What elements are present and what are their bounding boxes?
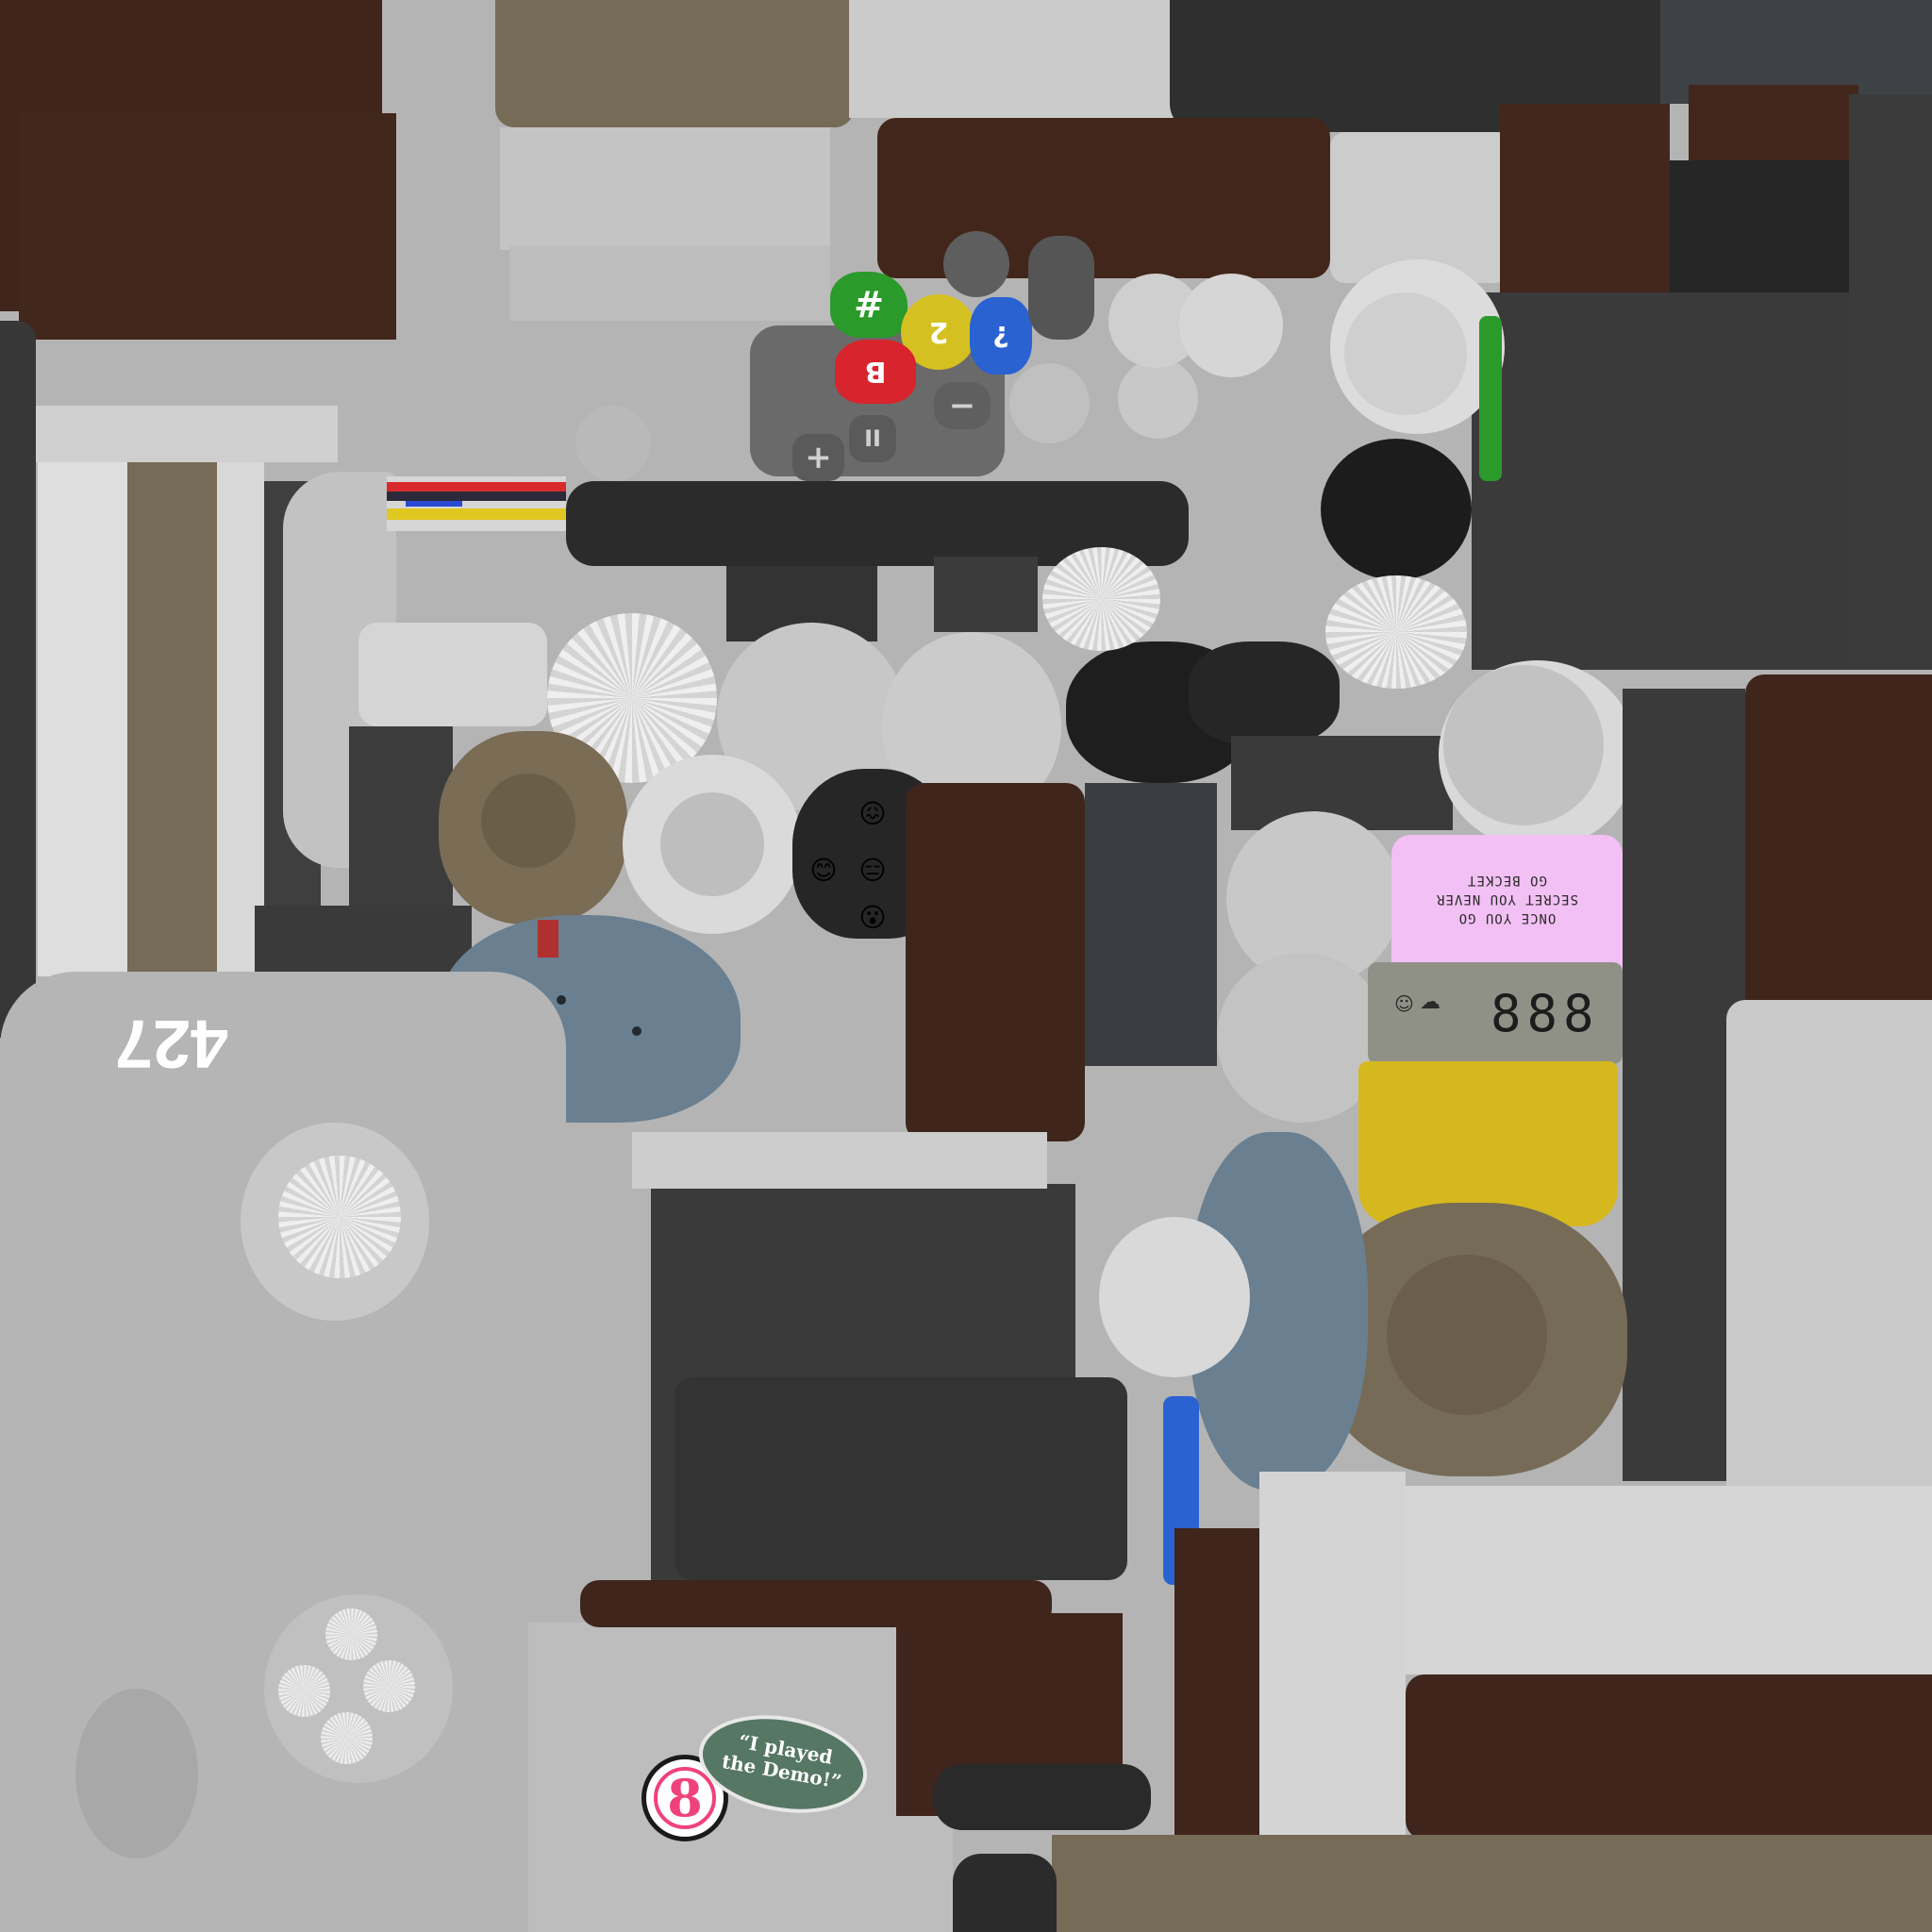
white-disc-right-low: [1099, 1217, 1250, 1377]
ring-right-mid-inner: [1443, 665, 1604, 825]
circle-gray-1: [491, 401, 566, 476]
blob-dot-2: [632, 1026, 641, 1036]
circle-gray-2: [575, 406, 651, 481]
tan-strip-left: [127, 462, 217, 976]
dpad-button-top: [325, 1608, 377, 1660]
red-key: B: [835, 340, 916, 404]
pink-label-line-2: SECRET YOU NEVER: [1436, 891, 1578, 907]
brown-panel-right-top: [1500, 104, 1670, 292]
stripe-red: [387, 482, 566, 491]
gray-block-top: [849, 0, 1184, 118]
blob-dot-1: [557, 995, 566, 1005]
tan-disc-left-inner: [481, 774, 575, 868]
gray-knob-arm: [1028, 236, 1094, 340]
texture-atlas: # 2 ? B − II + 😖 😊 😑 😟 😮: [0, 0, 1932, 1932]
gray-knob: [943, 231, 1009, 297]
color-stripes: [387, 476, 566, 531]
emoji-pad-left: 😊: [809, 855, 838, 886]
tan-strip-top: [495, 0, 854, 127]
light-panel-right-low: [1726, 1000, 1932, 1491]
gray-strip-left-top: [36, 406, 338, 462]
gray-ring-center-inner: [660, 792, 764, 896]
pink-label-line-1: ONCE YOU GO: [1457, 910, 1557, 925]
white-burst-right-2: [1042, 547, 1160, 651]
yellow-panel: [1358, 1061, 1618, 1226]
dark-column-center-right: [1085, 783, 1217, 1066]
dark-edge-left: [0, 321, 36, 1038]
body-number: 427: [115, 1006, 229, 1081]
stripe-dark: [387, 491, 566, 501]
light-strip-vertical-right: [1259, 1472, 1406, 1840]
light-panel-left-mid: [358, 623, 547, 726]
circle-gray-4: [1118, 358, 1198, 439]
dark-disc-right-2: [1189, 641, 1340, 745]
circle-gray-6: [1179, 274, 1283, 377]
light-panel-bottom-right: [1406, 1486, 1932, 1674]
dark-column-far-right: [1849, 94, 1932, 670]
dark-stub-bottom-2: [953, 1854, 1057, 1932]
tan-strip-bottom: [1052, 1835, 1932, 1932]
dark-panel-right-mid: [1472, 292, 1849, 670]
white-burst-right: [1325, 575, 1467, 689]
dark-stub-bottom-1: [934, 1764, 1151, 1830]
stripe-yellow: [387, 508, 566, 520]
brown-panel-bottom-right: [1406, 1674, 1932, 1840]
emoji-pad-bottom: 😮: [858, 902, 887, 933]
lcd-digits: 888: [1491, 984, 1600, 1043]
brown-column-center: [906, 783, 1085, 1141]
dark-inner-block-lower: [675, 1377, 1127, 1580]
brown-panel-top-left-lower: [19, 113, 396, 340]
plus-key: +: [792, 434, 844, 481]
sticker-text: “I played the Demo!”: [700, 1724, 868, 1796]
minus-key: −: [934, 382, 991, 429]
controller-side-bump: [75, 1689, 198, 1858]
controller-stick-burst: [278, 1156, 401, 1278]
dpad-button-bottom: [321, 1712, 373, 1764]
demo-sticker: 8 “I played the Demo!”: [641, 1703, 875, 1849]
green-strip-right: [1479, 316, 1502, 481]
dpad-button-left: [278, 1665, 330, 1717]
pink-label-text: ONCE YOU GO SECRET YOU NEVER GO BECKET: [1391, 871, 1623, 927]
gray-block-upper: [500, 127, 830, 250]
light-strip-lower: [632, 1132, 1047, 1189]
lcd-weather-icon: ☁: [1420, 991, 1441, 1014]
ring-right-top-inner: [1344, 292, 1467, 415]
circle-gray-3: [1009, 363, 1090, 443]
green-key: #: [830, 272, 908, 338]
emoji-pad-center: 😑: [858, 855, 887, 886]
gray-block-upper-2: [509, 245, 830, 321]
brown-corner-top-right: [1689, 85, 1858, 170]
tan-disc-right-inner: [1387, 1255, 1547, 1415]
light-strip-left-2: [217, 462, 264, 976]
blue-key: ?: [970, 297, 1032, 375]
dark-block-mid-center: [934, 557, 1038, 632]
dark-round-right: [1321, 439, 1472, 580]
emoji-pad-top: 😖: [858, 798, 887, 829]
brown-column-right: [1745, 675, 1932, 1000]
stripe-blue: [406, 501, 462, 507]
pink-label: ONCE YOU GO SECRET YOU NEVER GO BECKET: [1391, 835, 1623, 981]
lcd-face-icon: ☺: [1394, 992, 1414, 1015]
dark-block-under-handle: [349, 726, 453, 906]
pause-key: II: [849, 415, 896, 462]
brown-strip-vertical-lower: [1174, 1528, 1259, 1840]
dpad-button-right: [363, 1660, 415, 1712]
blob-red-tab: [538, 920, 558, 958]
lcd-panel: ☺ ☁ 888: [1368, 962, 1623, 1064]
pink-label-line-3: GO BECKET: [1467, 873, 1547, 888]
light-strip-left: [38, 462, 127, 976]
